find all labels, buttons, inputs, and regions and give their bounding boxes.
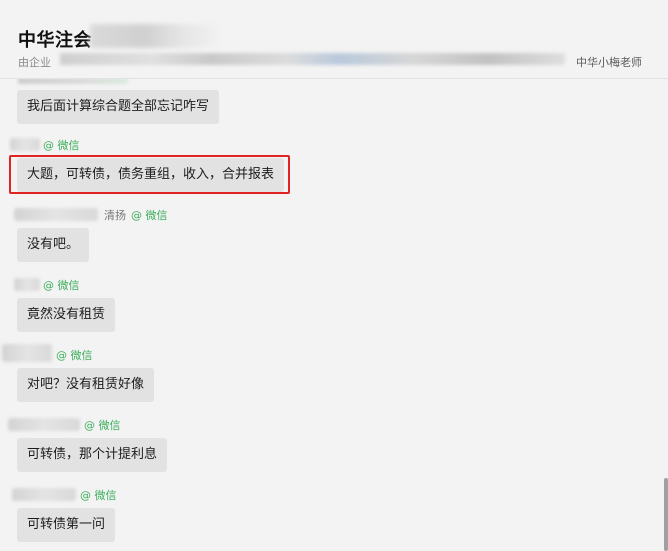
wechat-tag: @ 微信 xyxy=(84,419,121,432)
message-bubble[interactable]: 可转债，那个计提利息 xyxy=(17,438,168,472)
wechat-tag: @ 微信 xyxy=(80,489,117,502)
message-sender: @ 微信 xyxy=(0,138,640,152)
sender-name[interactable]: 清扬 xyxy=(104,207,126,223)
chat-header: 中华注会 由企业 中华小梅老师 xyxy=(0,0,668,79)
group-title[interactable]: 中华注会 xyxy=(18,26,92,52)
message-bubble[interactable]: 大题，可转债，债务重组，收入，合并报表 xyxy=(17,158,285,192)
wechat-tag: @ 微信 xyxy=(43,139,80,152)
chat-scrollbar[interactable] xyxy=(664,478,668,551)
message-bubble[interactable]: 没有吧。 xyxy=(17,228,90,262)
message-bubble[interactable]: 对吧？没有租赁好像 xyxy=(17,368,155,402)
blurred-sender-name xyxy=(12,488,76,501)
message-sender: 清扬 @ 微信 xyxy=(0,208,640,222)
group-creator[interactable]: 中华小梅老师 xyxy=(576,54,642,70)
blurred-sender-name xyxy=(14,278,40,291)
blurred-sender-name xyxy=(10,138,40,151)
message-sender: @ 微信 xyxy=(0,488,640,502)
blurred-sender-name xyxy=(2,344,52,362)
wechat-tag: @ 微信 xyxy=(56,349,93,362)
blurred-sender-name xyxy=(14,208,98,221)
blurred-title-part xyxy=(90,24,225,48)
blurred-sender-name xyxy=(8,418,80,431)
message-sender: @ 微信 xyxy=(0,344,640,362)
message-sender: @ 微信 xyxy=(0,418,640,432)
wechat-tag: @ 微信 xyxy=(131,209,168,222)
message-sender: @ 微信 xyxy=(0,278,640,292)
message-bubble[interactable]: 可转债第一问 xyxy=(17,508,116,542)
group-subtitle: 由企业 xyxy=(18,56,51,69)
message-bubble[interactable]: 竟然没有租赁 xyxy=(17,298,116,332)
wechat-tag: @ 微信 xyxy=(43,279,80,292)
blurred-subtitle xyxy=(60,53,565,65)
message-bubble[interactable]: 我后面计算综合题全部忘记咋写 xyxy=(17,90,220,124)
